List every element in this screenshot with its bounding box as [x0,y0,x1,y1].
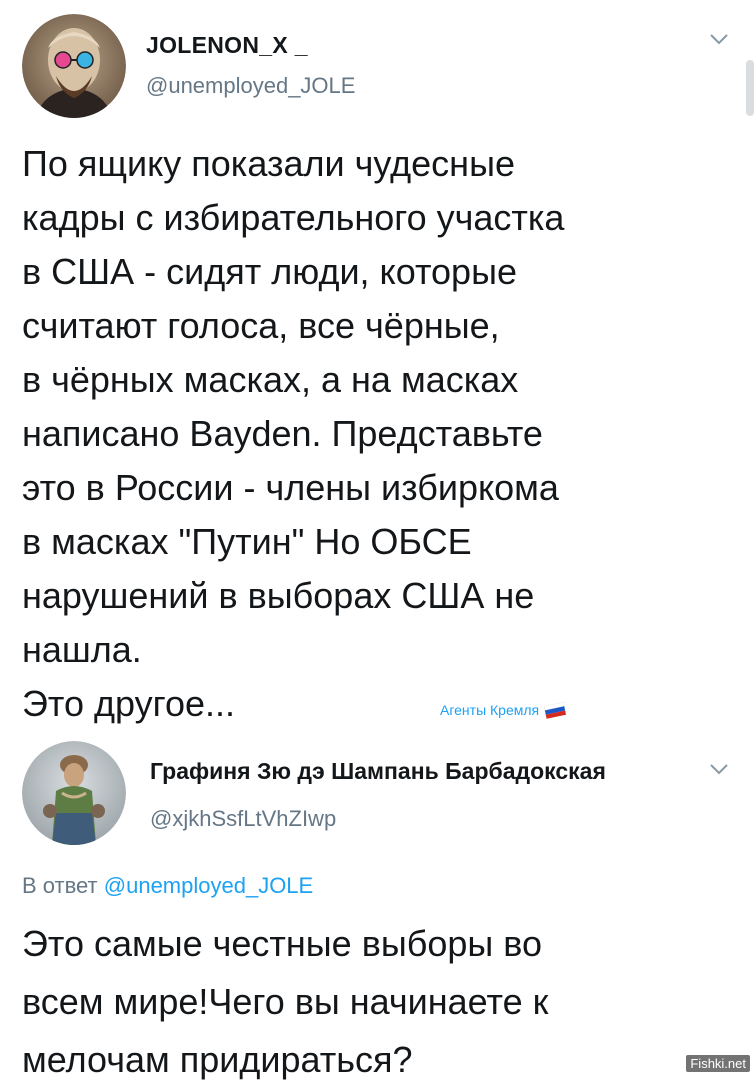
site-watermark: Fishki.net [686,1055,750,1072]
tweet-1-text-last-line: Это другое... [22,683,235,724]
reply-handle-link[interactable]: @unemployed_JOLE [104,873,313,898]
tweet-2-text: Это самые честные выборы во всем мире!Че… [22,923,549,1080]
tweet-1-display-name[interactable]: JOLENON_X _ [146,32,308,59]
chevron-down-icon[interactable] [708,32,730,46]
reply-to-line: В ответ @unemployed_JOLE [22,873,313,899]
channel-watermark-label: Агенты Кремля [440,702,540,718]
tweet-2-handle[interactable]: @xjkhSsfLtVhZIwp [150,806,336,832]
channel-watermark: Агенты Кремля [440,701,567,719]
tweet-2-display-name[interactable]: Графиня Зю дэ Шампань Барбадокская [150,758,606,785]
tweet-1-handle[interactable]: @unemployed_JOLE [146,73,355,99]
chevron-down-icon[interactable] [708,762,730,776]
russian-flag-icon [543,701,567,719]
tweet-1-header: JOLENON_X _ @unemployed_JOLE [22,14,742,118]
avatar-countess-icon[interactable] [22,741,126,845]
tweet-1-text: По ящику показали чудесные кадры с избир… [22,143,565,670]
reply-prefix: В ответ [22,873,98,898]
avatar-lenin-glasses-icon[interactable] [22,14,126,118]
scrollbar[interactable] [746,60,754,116]
